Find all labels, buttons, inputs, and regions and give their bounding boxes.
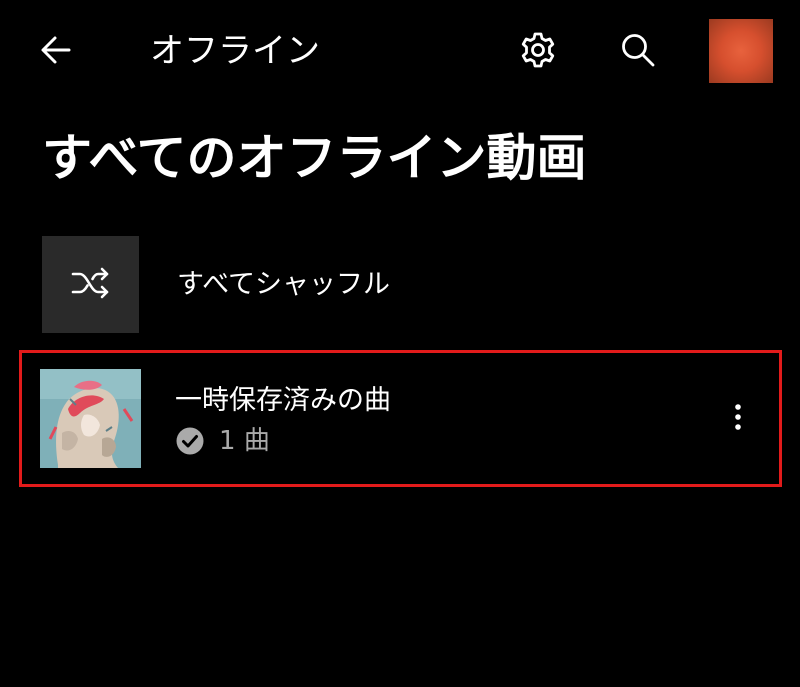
app-bar-title: オフライン bbox=[150, 31, 320, 71]
page-title: すべてのオフライン動画 bbox=[42, 129, 587, 187]
playlist-meta: 1 曲 bbox=[175, 424, 270, 458]
shuffle-tile bbox=[42, 236, 139, 333]
back-button[interactable] bbox=[30, 28, 82, 76]
search-icon bbox=[616, 28, 660, 76]
song-count-unit: 曲 bbox=[243, 426, 270, 456]
song-count: 1 曲 bbox=[219, 424, 270, 458]
search-button[interactable] bbox=[610, 24, 666, 80]
check-circle-icon bbox=[175, 426, 205, 456]
album-art bbox=[40, 369, 141, 468]
more-vert-icon bbox=[733, 402, 743, 436]
avatar[interactable] bbox=[709, 19, 773, 83]
shuffle-icon bbox=[67, 259, 115, 311]
more-options-button[interactable] bbox=[718, 395, 758, 443]
shuffle-all-label: すべてシャッフル bbox=[177, 269, 391, 300]
song-count-number: 1 bbox=[219, 426, 236, 456]
playlist-row[interactable]: 一時保存済みの曲 1 曲 bbox=[40, 367, 760, 471]
arrow-left-icon bbox=[36, 30, 76, 74]
settings-button[interactable] bbox=[510, 24, 566, 80]
app-bar: オフライン bbox=[0, 0, 800, 100]
playlist-name: 一時保存済みの曲 bbox=[175, 385, 391, 416]
shuffle-all-row[interactable]: すべてシャッフル bbox=[40, 236, 760, 336]
gear-icon bbox=[516, 28, 560, 76]
